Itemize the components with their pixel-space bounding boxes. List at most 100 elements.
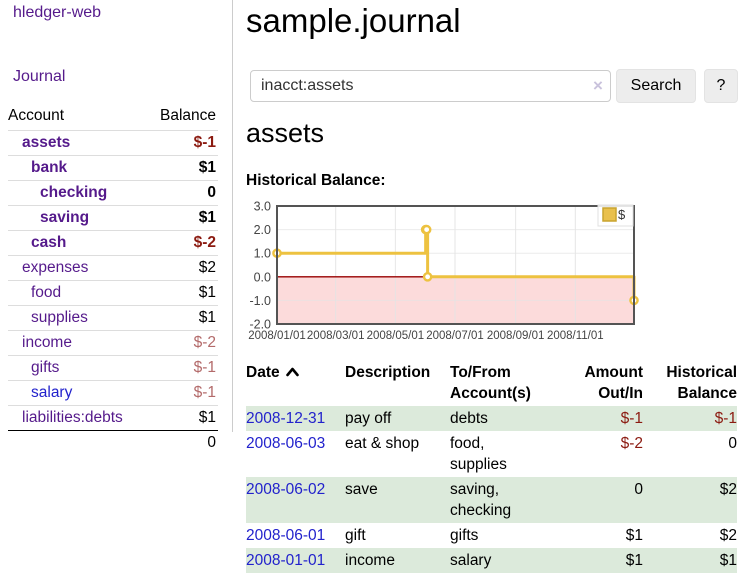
account-balance: $1 (148, 306, 219, 331)
y-axis-tick-label: 2.0 (254, 223, 271, 237)
transaction-description: save (345, 477, 450, 523)
register-row: 2008-06-02savesaving, checking0$2 (246, 477, 737, 523)
register-table: Date Description To/From Account(s) Amou… (246, 360, 737, 573)
account-title: assets (246, 118, 324, 149)
transaction-balance: 0 (643, 431, 737, 477)
account-link-checking[interactable]: checking (40, 184, 107, 201)
account-balance: $-1 (148, 356, 219, 381)
transaction-description: income (345, 548, 450, 573)
data-point-marker (423, 226, 430, 233)
transaction-accounts: salary (450, 548, 555, 573)
register-header-date[interactable]: Date (246, 360, 345, 406)
account-row: liabilities:debts $1 (8, 406, 218, 431)
chart-canvas: $3.02.01.00.0-1.0-2.02008/01/012008/03/0… (240, 198, 642, 346)
y-axis-tick-label: 1.0 (254, 247, 271, 261)
y-axis-tick-label: -1.0 (249, 294, 271, 308)
sidebar-item-journal[interactable]: Journal (13, 68, 65, 86)
account-link-income[interactable]: income (22, 334, 72, 351)
register-row: 2008-01-01incomesalary$1$1 (246, 548, 737, 573)
accounts-tree-table: Account Balance assets $-1 bank $1 checking 0… (8, 104, 218, 455)
account-balance: $2 (148, 256, 219, 281)
account-row: expenses $2 (8, 256, 218, 281)
transaction-balance: $2 (643, 477, 737, 523)
x-axis-tick-label: 2008/11/01 (547, 330, 604, 342)
account-balance: $-1 (148, 381, 219, 406)
register-row: 2008-06-03 eat & shopfood, supplies$-20 (246, 431, 737, 477)
account-link-salary[interactable]: salary (31, 384, 72, 401)
search-button[interactable]: Search (616, 69, 696, 103)
account-link-supplies[interactable]: supplies (31, 309, 88, 326)
account-link-cash[interactable]: cash (31, 234, 66, 251)
y-axis-tick-label: 0.0 (254, 270, 271, 284)
transaction-accounts: food, supplies (450, 431, 555, 477)
accounts-header-account: Account (8, 104, 148, 131)
account-row: saving $1 (8, 206, 218, 231)
legend-label: $ (618, 207, 626, 222)
account-row: cash $-2 (8, 231, 218, 256)
account-link-gifts[interactable]: gifts (31, 359, 59, 376)
account-row: income $-2 (8, 331, 218, 356)
account-link-bank[interactable]: bank (31, 159, 67, 176)
account-link-food[interactable]: food (31, 284, 61, 301)
transaction-date-link[interactable]: 2008-06-02 (246, 481, 325, 498)
account-link-assets[interactable]: assets (22, 134, 70, 151)
sort-ascending-icon (286, 362, 299, 383)
transaction-description: pay off (345, 406, 450, 431)
transaction-description: gift (345, 523, 450, 548)
account-link-liabilities-debts[interactable]: liabilities:debts (22, 409, 123, 426)
transaction-accounts: gifts (450, 523, 555, 548)
app-title-link[interactable]: hledger-web (13, 4, 101, 22)
register-row: 2008-12-31pay offdebts$-1$-1 (246, 406, 737, 431)
account-balance: 0 (148, 181, 219, 206)
register-row: 2008-06-01 giftgifts$1$2 (246, 523, 737, 548)
x-axis-tick-label: 2008/01/01 (248, 330, 306, 342)
page-title: sample.journal (246, 2, 461, 40)
hledger-web-window: hledger-web Journal Account Balance asse… (0, 0, 742, 582)
account-row: assets $-1 (8, 131, 218, 156)
account-balance: $1 (148, 406, 219, 431)
historical-balance-chart: $3.02.01.00.0-1.0-2.02008/01/012008/03/0… (240, 198, 642, 346)
y-axis-tick-label: 3.0 (254, 200, 271, 214)
transaction-accounts: saving, checking (450, 477, 555, 523)
x-axis-tick-label: 2008/05/01 (367, 330, 425, 342)
transaction-amount: $-2 (555, 431, 643, 477)
clear-search-icon[interactable]: × (593, 76, 603, 96)
accounts-header-balance: Balance (148, 104, 219, 131)
transaction-amount: $1 (555, 523, 643, 548)
account-row: food $1 (8, 281, 218, 306)
accounts-total-row: 0 (8, 431, 218, 456)
account-row: checking 0 (8, 181, 218, 206)
transaction-balance: $2 (643, 523, 737, 548)
account-balance: $-2 (148, 231, 219, 256)
transaction-date-link[interactable]: 2008-01-01 (246, 552, 325, 569)
transaction-date-link[interactable]: 2008-12-31 (246, 410, 325, 427)
account-row: supplies $1 (8, 306, 218, 331)
x-axis-tick-label: 2008/07/01 (426, 330, 484, 342)
search-help-button[interactable]: ? (704, 69, 738, 103)
accounts-table-body: assets$-1bank$1checking0saving$1cash$-2e… (8, 131, 218, 456)
search-input[interactable] (250, 70, 611, 102)
transaction-date-link[interactable]: 2008-06-03 (246, 435, 325, 452)
transaction-accounts: debts (450, 406, 555, 431)
data-point-marker (424, 273, 431, 280)
transaction-balance: $1 (643, 548, 737, 573)
account-balance: $1 (148, 206, 219, 231)
account-link-expenses[interactable]: expenses (22, 259, 88, 276)
account-balance: $1 (148, 156, 219, 181)
account-row: bank $1 (8, 156, 218, 181)
accounts-total-balance: 0 (148, 431, 219, 456)
account-balance: $-1 (148, 131, 219, 156)
account-balance: $1 (148, 281, 219, 306)
account-balance: $-2 (148, 331, 219, 356)
transaction-date-link[interactable]: 2008-06-01 (246, 527, 325, 544)
register-header-balance: Historical Balance (643, 360, 737, 406)
x-axis-tick-label: 2008/09/01 (487, 330, 545, 342)
transaction-description: eat & shop (345, 431, 450, 477)
transaction-amount: $1 (555, 548, 643, 573)
transaction-amount: $-1 (555, 406, 643, 431)
sidebar-divider (232, 0, 233, 432)
register-table-body: 2008-12-31pay offdebts$-1$-12008-06-03ea… (246, 406, 737, 573)
account-row: salary $-1 (8, 381, 218, 406)
x-axis-tick-label: 2008/03/01 (307, 330, 365, 342)
account-link-saving[interactable]: saving (40, 209, 89, 226)
